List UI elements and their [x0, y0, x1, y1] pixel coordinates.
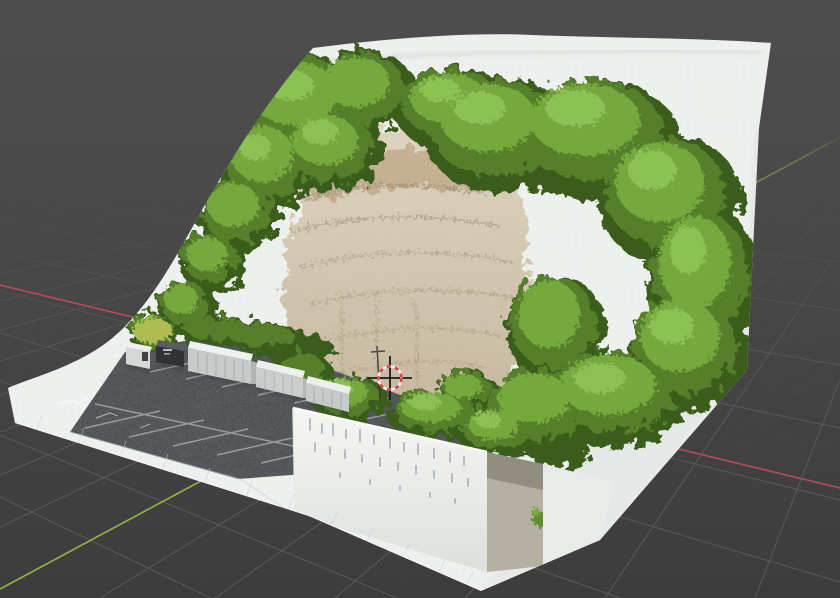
wall-gap-gravel [485, 450, 548, 575]
blender-3d-viewport[interactable] [0, 0, 840, 598]
yellow-bush [133, 318, 173, 344]
